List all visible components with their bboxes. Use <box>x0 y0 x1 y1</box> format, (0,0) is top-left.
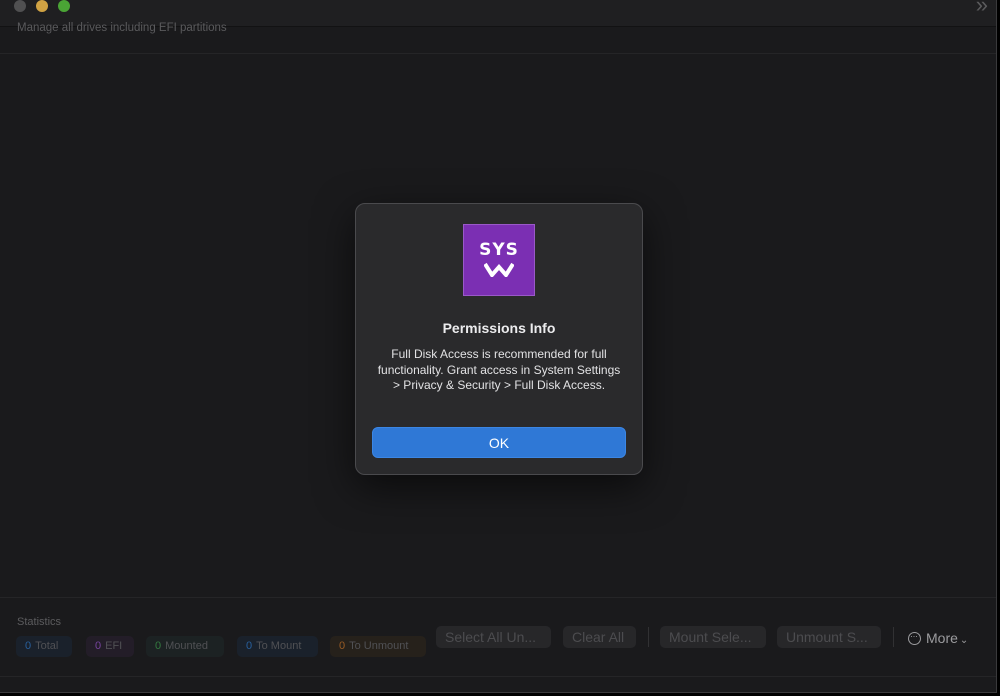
permissions-dialog: SYS Permissions Info Full Disk Access is… <box>355 203 643 475</box>
app-logo: SYS <box>463 224 535 296</box>
dialog-title: Permissions Info <box>442 320 556 336</box>
ok-button[interactable]: OK <box>372 427 626 458</box>
app-window: » Manage all drives including EFI partit… <box>0 0 997 693</box>
dialog-message: Full Disk Access is recommended for full… <box>377 347 621 392</box>
logo-text: SYS <box>479 240 519 260</box>
logo-m-icon <box>484 262 514 277</box>
